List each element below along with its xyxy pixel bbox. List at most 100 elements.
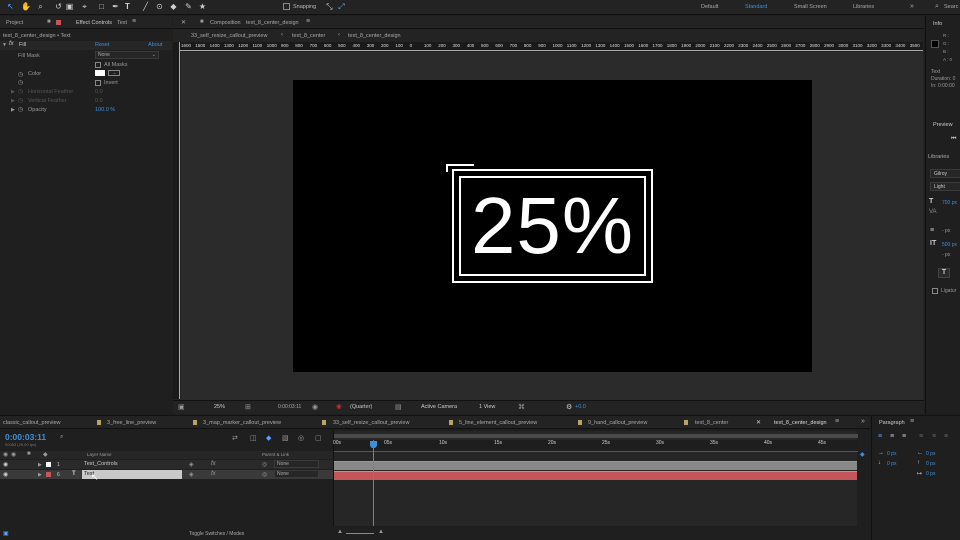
track-bar-text[interactable] (334, 471, 857, 480)
expand-arrow-icon[interactable]: ▶ (11, 89, 15, 95)
lock-icon[interactable]: ■ (200, 19, 204, 25)
timeline-tab[interactable]: 3_map_marker_callout_preview (203, 420, 281, 426)
expand-arrow-icon[interactable]: ▼ (2, 42, 7, 48)
layer-fx-icon[interactable]: fx (211, 461, 216, 467)
invert-checkbox[interactable] (95, 80, 101, 86)
magnification-dropdown[interactable]: 25% (214, 404, 225, 410)
stopwatch-icon[interactable]: ◷ (18, 106, 23, 113)
tab-effect-target[interactable]: Text (117, 20, 127, 26)
indent-left-value[interactable]: 0 px (887, 451, 896, 457)
font-size-value[interactable]: 700 px (942, 200, 957, 206)
breadcrumb-item[interactable]: 33_self_resize_callout_preview (191, 33, 267, 39)
brush-tool-icon[interactable]: ╱ (141, 2, 150, 11)
timeline-tab-active[interactable]: text_8_center_design (774, 420, 827, 426)
first-frame-icon[interactable]: ⏮ (951, 136, 956, 143)
layer-label-swatch[interactable] (46, 462, 51, 467)
paragraph-title[interactable]: Paragraph (879, 420, 905, 426)
track-bar-controls[interactable] (334, 461, 857, 470)
pickwhip-icon[interactable]: ◎ (262, 471, 267, 478)
opacity-value[interactable]: 100.0 % (95, 107, 115, 113)
layer-row-selected[interactable]: ◉ ▶ 6 T Text ↖ ◈ fx ◎ None (0, 470, 333, 482)
lock-icon[interactable]: ■ (47, 19, 51, 25)
all-masks-checkbox[interactable] (95, 62, 101, 68)
parent-dropdown[interactable]: None (274, 460, 319, 468)
align-center-icon[interactable]: ≡ (890, 433, 894, 440)
camera-tool-icon[interactable]: ▣ (65, 2, 74, 11)
rectangle-tool-icon[interactable]: □ (97, 2, 106, 11)
puppet-tool-icon[interactable]: ★ (198, 2, 207, 11)
zoom-in-icon[interactable]: ▲ (378, 529, 384, 535)
hand-tool-icon[interactable]: ✋ (21, 2, 31, 11)
first-line-indent-value[interactable]: 0 px (926, 471, 935, 477)
fast-preview-icon[interactable]: ⌘ (518, 403, 525, 411)
reset-exposure-icon[interactable]: ⚙ (566, 403, 572, 411)
snap-magnet-icon[interactable]: ⤢ (337, 2, 346, 11)
visibility-eye-icon[interactable]: ◉ (3, 471, 8, 478)
justify-icon[interactable]: ≡ (944, 433, 948, 440)
justify-icon[interactable]: ≡ (919, 433, 923, 440)
breadcrumb-item-current[interactable]: text_8_center_design (348, 33, 401, 39)
snapshot-icon[interactable]: ◉ (312, 403, 318, 411)
timeline-tab[interactable]: 33_self_resize_callout_preview (333, 420, 409, 426)
zoom-tool-icon[interactable]: ⌕ (36, 2, 45, 11)
panel-menu-icon[interactable]: ≡ (306, 18, 310, 25)
expand-arrow-icon[interactable]: ▶ (38, 462, 42, 468)
justify-icon[interactable]: ≡ (932, 433, 936, 440)
comp-canvas[interactable]: 25% (293, 80, 812, 372)
workspace-default[interactable]: Default (701, 4, 718, 10)
col-layer-name[interactable]: Layer Name (87, 452, 112, 457)
layer-name[interactable]: Text_Controls (84, 461, 118, 467)
eraser-tool-icon[interactable]: ◆ (169, 2, 178, 11)
work-area-bar[interactable] (334, 434, 858, 438)
eyedropper-icon[interactable]: → (108, 70, 120, 76)
fill-mask-dropdown[interactable]: None ⌄ (95, 51, 159, 59)
layer-fx-icon[interactable]: fx (211, 471, 216, 477)
preview-title[interactable]: Preview (933, 122, 953, 128)
col-parent[interactable]: Parent & Link (262, 452, 289, 457)
selection-tool-icon[interactable]: ↖ (6, 2, 15, 11)
align-right-icon[interactable]: ≡ (902, 433, 906, 440)
timeline-timecode[interactable]: 0:00:03:11 (5, 432, 46, 442)
tab-effect-controls[interactable]: Effect Controls (76, 20, 112, 26)
exposure-value[interactable]: +0.0 (575, 404, 586, 410)
layer-switch-icon[interactable]: ◈ (189, 471, 194, 478)
tab-project[interactable]: Project (6, 20, 23, 26)
tracking-value[interactable]: 500 px (942, 242, 957, 248)
expand-arrow-icon[interactable]: ▶ (11, 107, 15, 113)
close-icon[interactable]: ✕ (756, 419, 761, 426)
expand-arrow-icon[interactable]: ▶ (11, 98, 15, 104)
workspace-overflow-icon[interactable]: » (910, 3, 914, 10)
pen-tool-icon[interactable]: ✒ (111, 2, 120, 11)
timeline-tab[interactable]: classic_callout_preview (3, 420, 60, 426)
view-layout-dropdown[interactable]: 1 View (479, 404, 495, 410)
info-title[interactable]: Info (933, 21, 942, 27)
libraries-title[interactable]: Libraries (928, 154, 949, 160)
pickwhip-icon[interactable]: ◎ (262, 461, 267, 468)
resolution-icon[interactable]: ⊞ (245, 403, 251, 411)
about-link[interactable]: About (148, 42, 162, 48)
resolution-dropdown[interactable]: (Quarter) (350, 404, 372, 410)
parent-dropdown[interactable]: None (274, 470, 319, 478)
search-icon[interactable]: ⌕ (935, 3, 939, 11)
reset-link[interactable]: Reset (95, 42, 109, 48)
playhead-line[interactable] (373, 440, 374, 526)
fx-icon[interactable]: fx (9, 41, 14, 47)
rotate-tool-icon[interactable]: ↺ (54, 2, 63, 11)
align-left-icon[interactable]: ≡ (878, 433, 882, 440)
shy-icon[interactable]: ◆ (266, 434, 271, 442)
footer-timecode[interactable]: 0:00:03:11 (278, 404, 301, 410)
type-tool-icon[interactable]: T (123, 2, 132, 11)
space-before-value[interactable]: 0 px (887, 461, 896, 467)
panel-menu-icon[interactable]: ≡ (910, 418, 914, 425)
expand-arrow-icon[interactable]: ▶ (38, 472, 42, 478)
playhead-head[interactable] (370, 441, 377, 448)
roto-brush-tool-icon[interactable]: ✎ (184, 2, 193, 11)
space-after-value[interactable]: 0 px (926, 461, 935, 467)
workspace-standard[interactable]: Standard (745, 4, 767, 10)
zoom-slider[interactable] (346, 533, 374, 534)
timeline-tab[interactable]: 9_hand_callout_preview (588, 420, 647, 426)
region-of-interest-icon[interactable]: ▤ (395, 403, 402, 411)
percent-text[interactable]: 25% (459, 176, 646, 276)
time-ruler[interactable] (334, 440, 858, 452)
draft-3d-icon[interactable]: ◫ (250, 434, 257, 442)
